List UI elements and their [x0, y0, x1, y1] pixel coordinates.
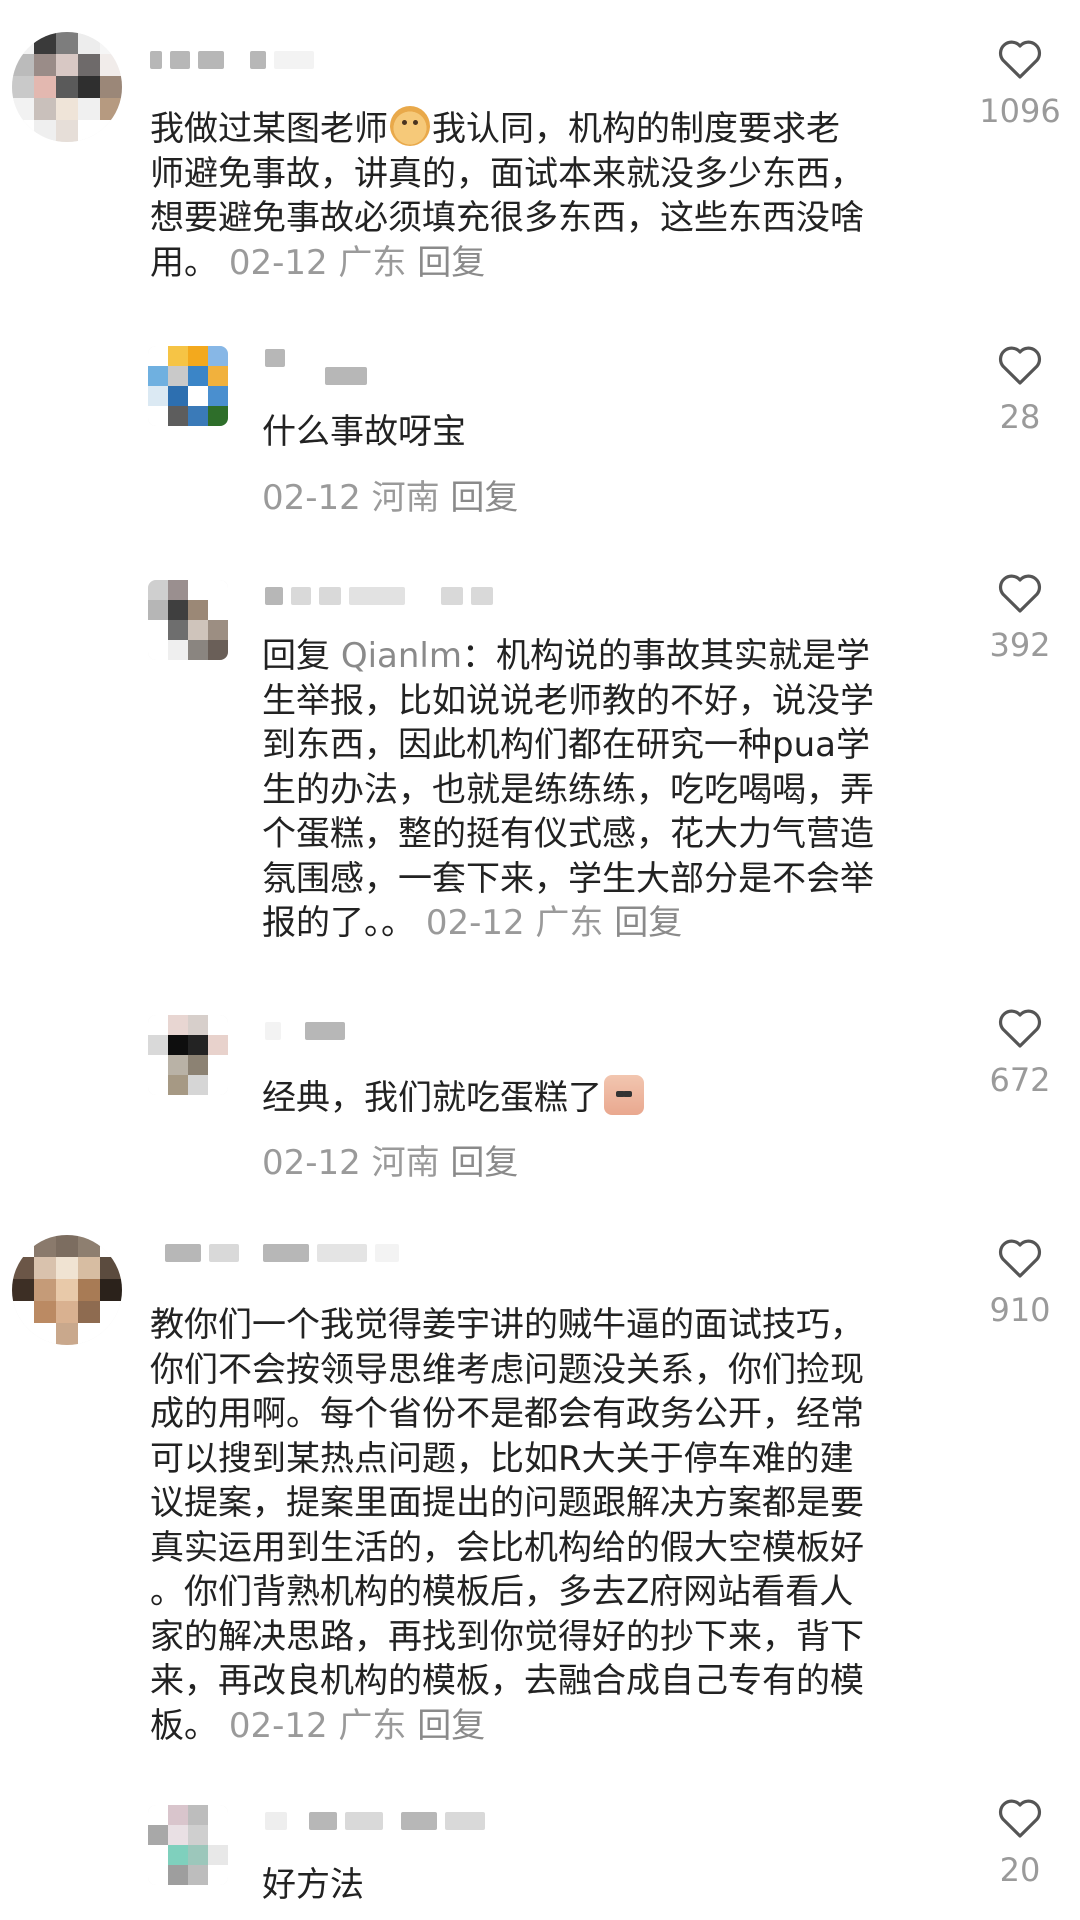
comment-region: 河南 [371, 478, 440, 518]
like-button[interactable]: 910 [975, 1235, 1065, 1329]
heart-outline-icon [998, 346, 1042, 385]
comment-region: 河南 [371, 1143, 440, 1183]
comment-text: 教你们一个我觉得姜宇讲的贼牛逼的面试技巧， 你们不会按领导思维考虑问题没关系，你… [150, 1305, 864, 1746]
comment-item: 我做过某图老师 我认同，机构的制度要求老 师避免事故，讲真的，面试本来就没多少东西… [0, 0, 1080, 290]
reply-item: 经典，我们就吃蛋糕了 02-12 河南 回复 672 [0, 1005, 1080, 1205]
heart-outline-icon [998, 40, 1042, 79]
heart-outline-icon [998, 1799, 1042, 1838]
avatar[interactable] [12, 1235, 122, 1345]
comment-date: 02-12 [425, 903, 525, 943]
like-count: 392 [989, 626, 1051, 664]
comment-region: 广东 [338, 242, 407, 283]
comment-region: 广东 [338, 1705, 407, 1746]
like-count: 28 [999, 398, 1041, 436]
username-2 [325, 364, 367, 388]
avatar[interactable] [148, 1805, 228, 1885]
reply-button[interactable]: 回复 [614, 903, 682, 943]
comment-date: 02-12 [262, 478, 361, 518]
avatar[interactable] [12, 32, 122, 142]
comment-text: 好方法 [262, 1865, 364, 1905]
username[interactable] [265, 1019, 345, 1043]
comment-meta: 02-12 河南 回复 [262, 476, 518, 521]
reply-button[interactable]: 回复 [450, 1143, 518, 1183]
avatar[interactable] [148, 580, 228, 660]
reply-item: 什么事故呀宝 02-12 河南 回复 28 [0, 330, 1080, 530]
like-count: 20 [999, 1851, 1041, 1889]
monkey-face-emoji-icon [390, 106, 430, 146]
comment-date: 02-12 [228, 1705, 328, 1746]
username[interactable] [165, 1241, 399, 1265]
comment-text: 经典，我们就吃蛋糕了 [262, 1075, 646, 1121]
reply-to-username[interactable]: Qianlm [341, 636, 462, 676]
like-button[interactable]: 1096 [975, 36, 1065, 130]
reply-item: 好方法 20 [0, 1795, 1080, 1920]
avatar[interactable] [148, 1015, 228, 1095]
like-count: 910 [989, 1291, 1051, 1329]
like-button[interactable]: 28 [975, 342, 1065, 436]
avatar[interactable] [148, 346, 228, 426]
like-count: 1096 [979, 92, 1061, 130]
username[interactable] [265, 1809, 485, 1833]
comment-text: 回复 Qianlm：机构说的事故其实就是学 生举报，比如说说老师教的不好，说没学… [262, 636, 874, 943]
reply-button[interactable]: 回复 [417, 243, 485, 283]
like-button[interactable]: 672 [975, 1005, 1065, 1099]
comment-date: 02-12 [262, 1143, 361, 1183]
like-button[interactable]: 392 [975, 570, 1065, 664]
reply-item: 回复 Qianlm：机构说的事故其实就是学 生举报，比如说说老师教的不好，说没学… [0, 570, 1080, 950]
glasses-face-emoji-icon [604, 1075, 644, 1115]
comment-region: 广东 [535, 903, 604, 943]
reply-button[interactable]: 回复 [450, 478, 518, 518]
comment-meta: 02-12 河南 回复 [262, 1141, 518, 1186]
like-count: 672 [989, 1061, 1051, 1099]
heart-outline-icon [998, 1009, 1042, 1048]
like-button[interactable]: 20 [975, 1795, 1065, 1889]
username[interactable] [265, 584, 493, 608]
comment-date: 02-12 [228, 242, 328, 283]
username[interactable] [150, 48, 314, 72]
reply-button[interactable]: 回复 [417, 1706, 485, 1746]
username[interactable] [265, 346, 285, 370]
heart-outline-icon [998, 574, 1042, 613]
heart-outline-icon [998, 1239, 1042, 1278]
comment-text: 我做过某图老师 我认同，机构的制度要求老 师避免事故，讲真的，面试本来就没多少东西… [150, 106, 864, 285]
comment-item: 教你们一个我觉得姜宇讲的贼牛逼的面试技巧， 你们不会按领导思维考虑问题没关系，你… [0, 1235, 1080, 1755]
comment-text: 什么事故呀宝 [262, 412, 466, 452]
